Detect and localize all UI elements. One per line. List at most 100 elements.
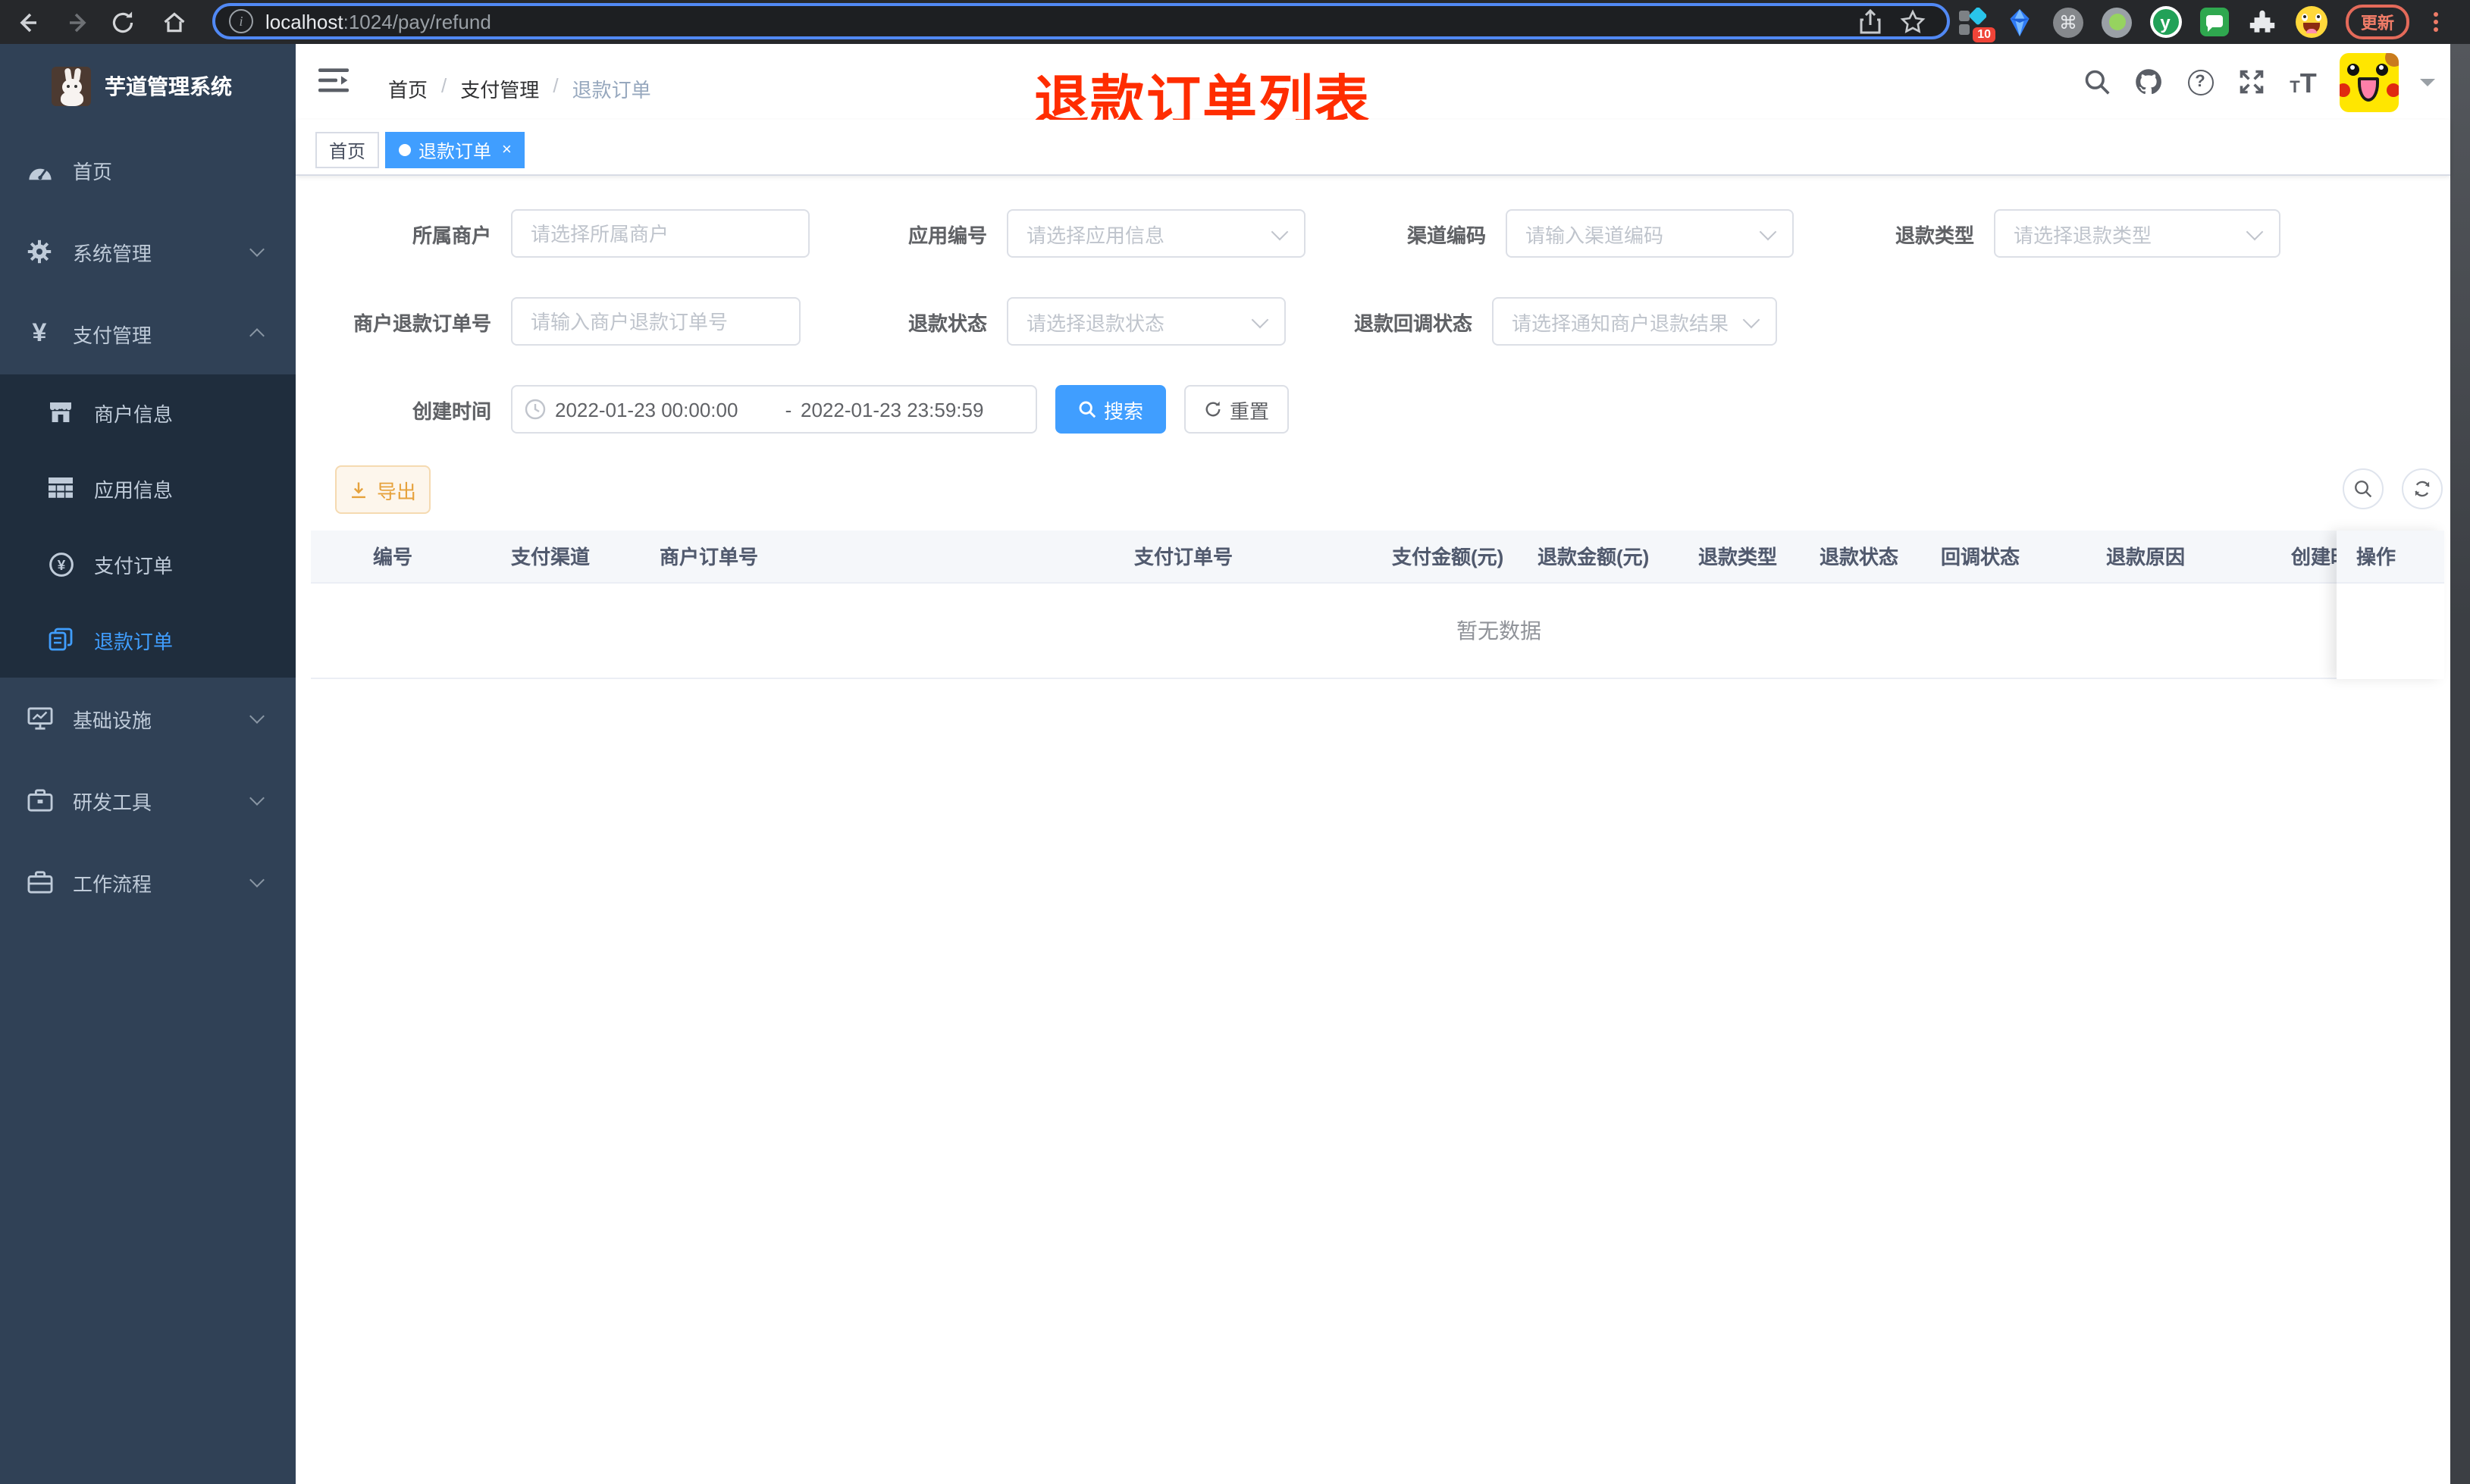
sidebar-item-merchant-info[interactable]: 商户信息 (0, 374, 296, 450)
reset-button[interactable]: 重置 (1184, 385, 1289, 434)
create-time-range-picker[interactable]: 2022-01-23 00:00:00 - 2022-01-23 23:59:5… (511, 385, 1037, 434)
ext-green-dot-icon[interactable] (2100, 5, 2133, 39)
sidebar-item-system[interactable]: 系统管理 (0, 211, 296, 293)
ext-gem-icon[interactable] (2003, 5, 2036, 39)
export-button[interactable]: 导出 (335, 465, 431, 514)
col-refund-status: 退款状态 (1820, 546, 1899, 568)
sidebar-item-app-info[interactable]: 应用信息 (0, 450, 296, 526)
sidebar-item-payment[interactable]: ¥ 支付管理 (0, 293, 296, 374)
sidebar: 芋道管理系统 首页 系统管理 ¥ 支付管理 商户信息 应用信息 ¥ 支付订单 退… (0, 44, 296, 1484)
filter-label: 所属商户 (412, 224, 491, 246)
empty-text: 暂无数据 (1456, 618, 1541, 643)
chevron-down-icon (1251, 310, 1269, 328)
refund-type-select[interactable]: 请选择退款类型 (1994, 209, 2280, 258)
app-title: 芋道管理系统 (105, 74, 232, 99)
breadcrumb: 首页 / 支付管理 / 退款订单 (388, 74, 651, 103)
toolbox-icon (21, 788, 58, 812)
chevron-down-icon (249, 709, 265, 724)
tab-refund-order[interactable]: 退款订单 × (385, 132, 525, 168)
ext-chat-icon[interactable] (2197, 5, 2230, 39)
breadcrumb-home[interactable]: 首页 (388, 74, 428, 103)
fullscreen-icon[interactable] (2236, 67, 2267, 97)
avatar-caret-icon[interactable] (2420, 78, 2435, 93)
browser-menu-icon[interactable] (2425, 7, 2446, 37)
font-size-icon[interactable]: TT (2288, 67, 2318, 97)
table-empty-row: 暂无数据 (311, 584, 2444, 679)
search-button[interactable]: 搜索 (1055, 385, 1166, 434)
col-refund-type: 退款类型 (1698, 546, 1778, 568)
sidebar-item-label: 系统管理 (73, 242, 152, 265)
ext-y-logo-icon[interactable]: y (2149, 5, 2182, 39)
sidebar-item-pay-order[interactable]: ¥ 支付订单 (0, 526, 296, 602)
browser-back-icon[interactable] (11, 6, 42, 38)
extensions-puzzle-icon[interactable] (2246, 5, 2279, 39)
logo-avatar (52, 67, 91, 106)
merchant-refund-no-input[interactable] (511, 297, 801, 346)
navbar-actions: ? TT (2082, 44, 2435, 120)
range-end-value[interactable]: 2022-01-23 23:59:59 (801, 398, 1022, 421)
payment-submenu: 商户信息 应用信息 ¥ 支付订单 退款订单 (0, 374, 296, 678)
chevron-down-icon (249, 791, 265, 806)
sidebar-item-workflow[interactable]: 工作流程 (0, 841, 296, 923)
sidebar-item-infrastructure[interactable]: 基础设施 (0, 678, 296, 759)
show-search-toggle-button[interactable] (2343, 468, 2384, 509)
breadcrumb-separator: / (553, 74, 559, 97)
bookmark-star-icon[interactable] (1900, 8, 1926, 34)
table-header: 编号 支付渠道 商户订单号 支付订单号 支付金额(元) 退款金额(元) 退款类型… (311, 531, 2444, 584)
filter-refund-type: 退款类型 请选择退款类型 (1797, 209, 2280, 258)
share-icon[interactable] (1859, 8, 1882, 34)
chrome-update-button[interactable]: 更新 (2346, 5, 2409, 39)
table-fixed-action-column: 操作 (2337, 531, 2444, 679)
ext-tab-manager-icon[interactable]: 10 (1954, 5, 1995, 42)
extension-row: 10 ⌘ y 更新 (1954, 0, 2446, 44)
col-id: 编号 (373, 546, 413, 568)
notify-status-select[interactable]: 请选择通知商户退款结果 (1492, 297, 1777, 346)
col-pay-channel: 支付渠道 (511, 546, 591, 568)
range-start-value[interactable]: 2022-01-23 00:00:00 (555, 398, 776, 421)
avatar[interactable] (2340, 52, 2399, 111)
ext-command-icon[interactable]: ⌘ (2052, 5, 2085, 39)
chevron-down-icon (1271, 222, 1289, 240)
sidebar-item-label: 支付管理 (73, 324, 152, 346)
window-scrollbar-strip[interactable] (2450, 44, 2470, 1484)
clock-icon (525, 399, 546, 420)
merchant-input[interactable] (511, 209, 810, 258)
col-merchant-order-no: 商户订单号 (660, 546, 759, 568)
sidebar-item-home[interactable]: 首页 (0, 129, 296, 211)
sidebar-item-dev-tools[interactable]: 研发工具 (0, 759, 296, 841)
col-callback-status: 回调状态 (1941, 546, 2020, 568)
main-area: 首页 / 支付管理 / 退款订单 退款订单列表 ? T T 首页 退款订单 × … (296, 44, 2450, 1484)
refresh-table-button[interactable] (2402, 468, 2443, 509)
tab-home[interactable]: 首页 (315, 132, 380, 168)
sidebar-item-refund-order[interactable]: 退款订单 (0, 602, 296, 678)
address-bar[interactable]: i localhost:1024/pay/refund (212, 3, 1950, 39)
sidebar-logo[interactable]: 芋道管理系统 (0, 44, 296, 129)
browser-forward-icon[interactable] (62, 6, 94, 38)
ext-emoji-icon[interactable] (2294, 5, 2327, 39)
site-info-icon[interactable]: i (229, 9, 253, 33)
breadcrumb-payment[interactable]: 支付管理 (460, 74, 539, 103)
search-icon[interactable] (2082, 67, 2112, 97)
url-host: localhost (265, 10, 343, 33)
filter-merchant: 所属商户 (311, 209, 810, 258)
browser-reload-icon[interactable] (106, 6, 138, 38)
chevron-down-icon (1742, 310, 1760, 328)
url-text: localhost:1024/pay/refund (265, 10, 1859, 33)
browser-toolbar: i localhost:1024/pay/refund 10 ⌘ y 更新 (0, 0, 2470, 44)
chevron-down-icon (2246, 222, 2264, 240)
chevron-up-icon (249, 328, 265, 343)
filter-refund-status: 退款状态 请选择退款状态 (819, 297, 1286, 346)
browser-home-icon[interactable] (158, 6, 190, 38)
tab-close-icon[interactable]: × (502, 141, 512, 158)
hamburger-icon[interactable] (318, 67, 349, 97)
help-icon[interactable]: ? (2185, 67, 2215, 97)
github-icon[interactable] (2133, 67, 2164, 97)
ext-badge: 10 (1973, 27, 1995, 42)
chevron-down-icon (249, 242, 265, 257)
filter-merchant-refund-no: 商户退款订单号 (311, 297, 801, 346)
channel-select[interactable]: 请输入渠道编码 (1506, 209, 1794, 258)
breadcrumb-separator: / (441, 74, 447, 97)
refund-status-select[interactable]: 请选择退款状态 (1007, 297, 1286, 346)
yen-circle-icon: ¥ (42, 551, 79, 577)
app-select[interactable]: 请选择应用信息 (1007, 209, 1306, 258)
